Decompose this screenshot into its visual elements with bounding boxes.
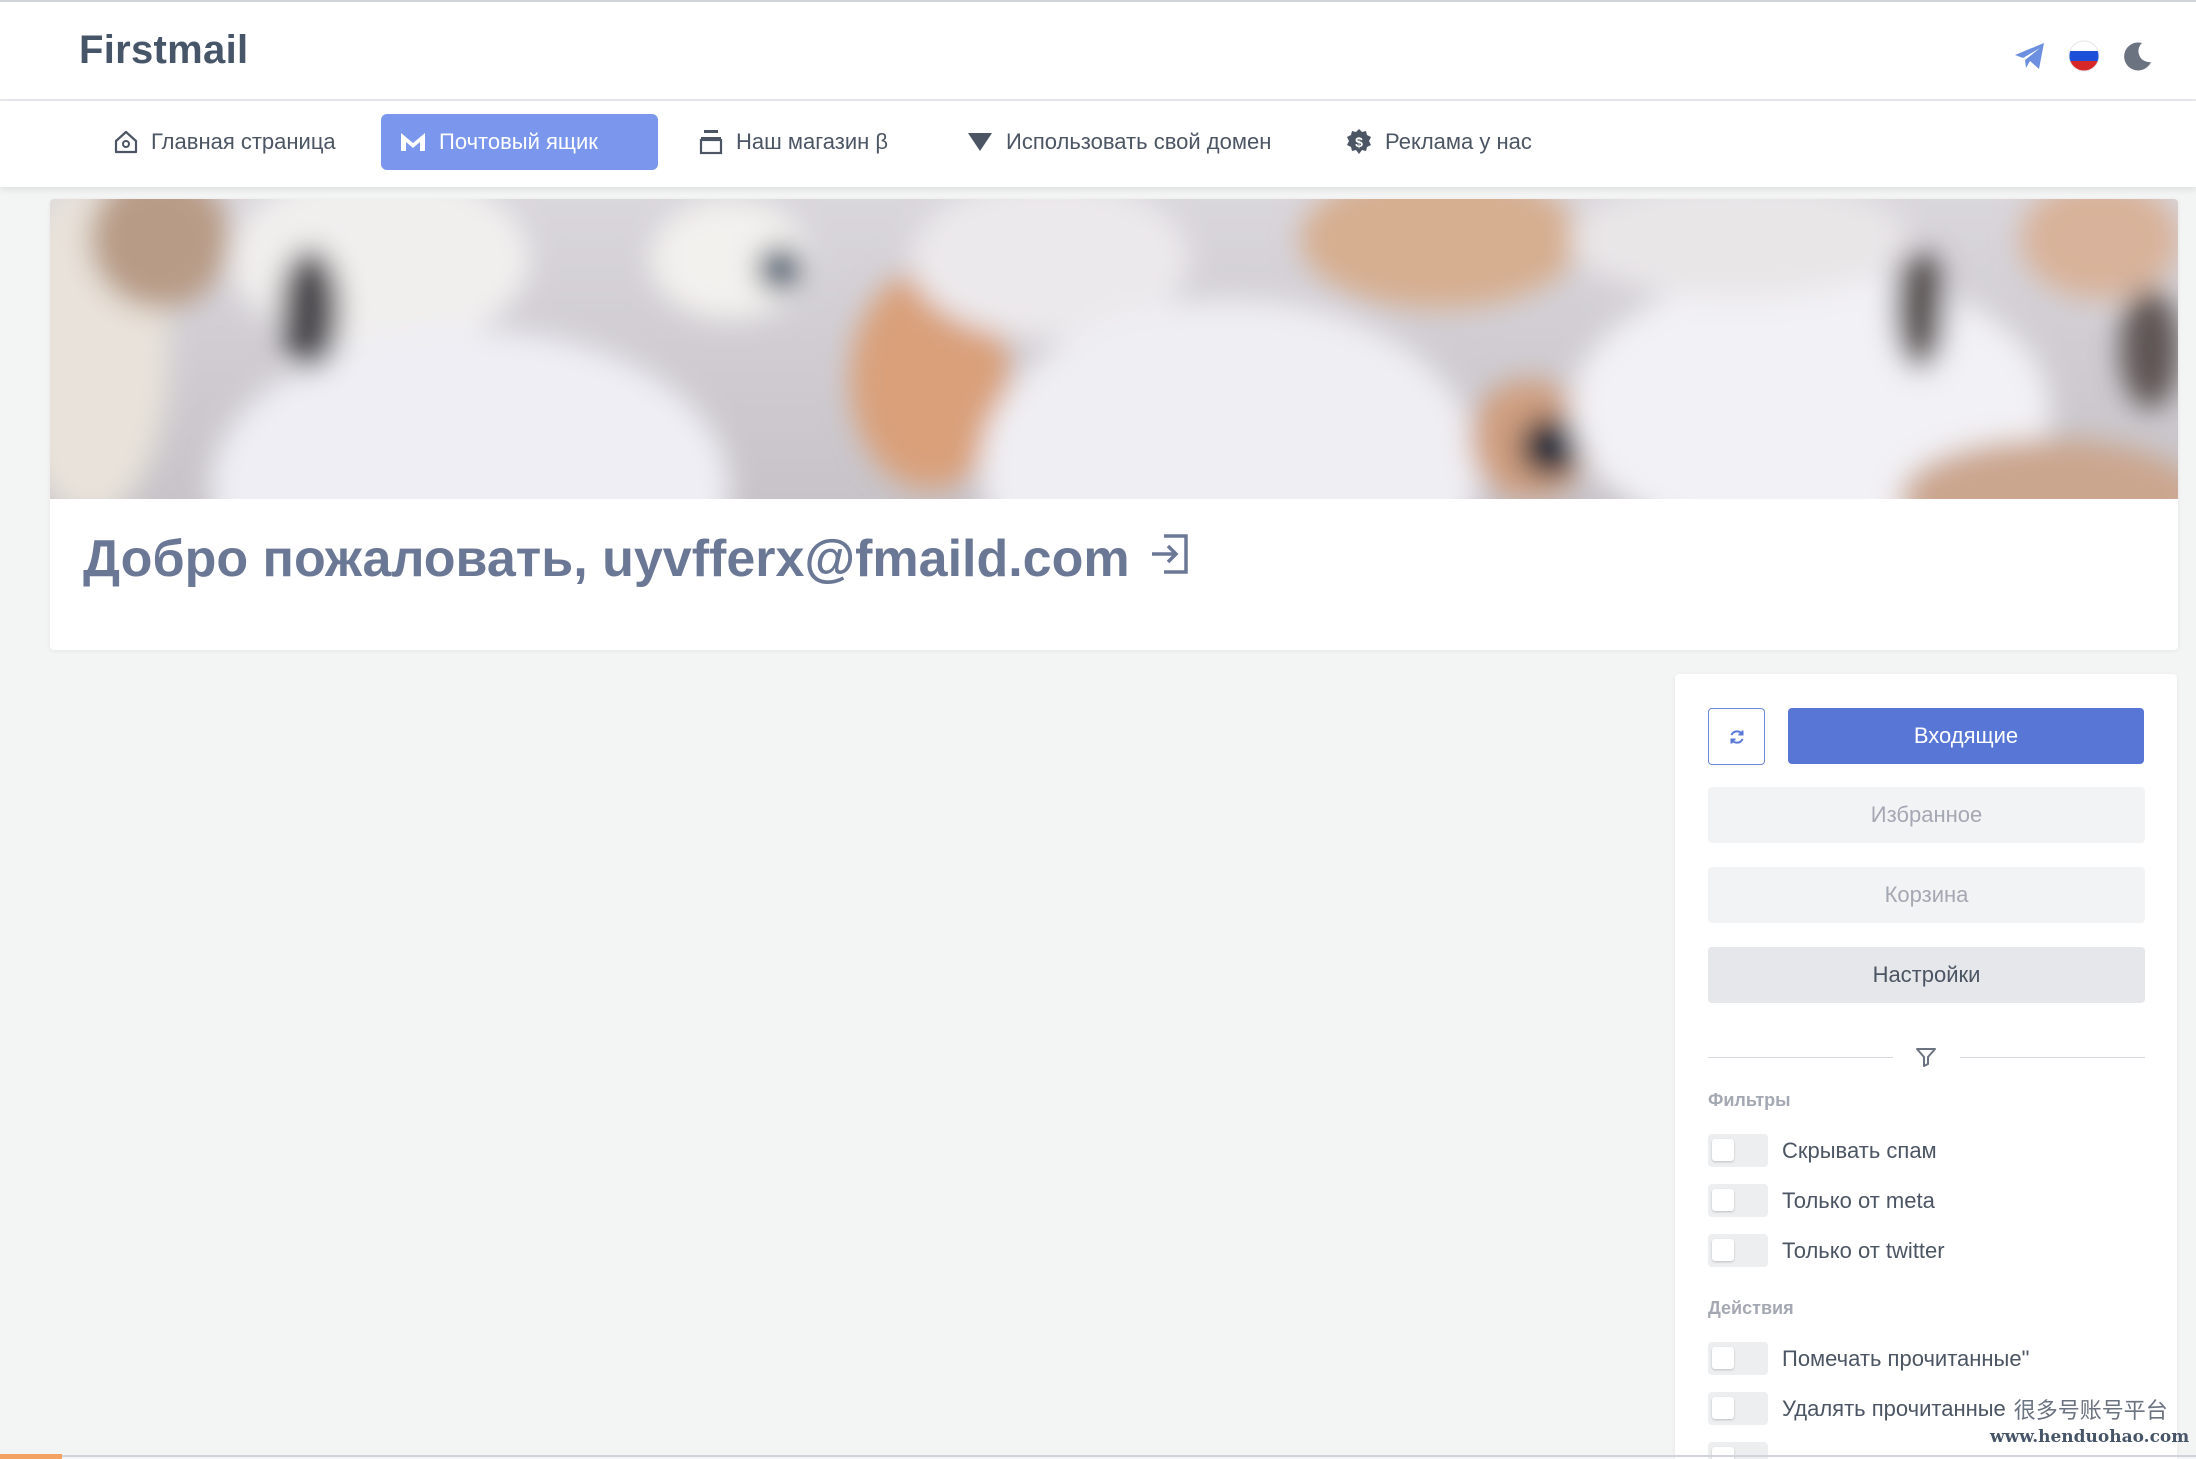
- settings-button[interactable]: Настройки: [1708, 947, 2145, 1003]
- top-header: Firstmail: [0, 0, 2196, 101]
- welcome-card: Добро пожаловать, uyvfferx@fmaild.com: [50, 199, 2178, 650]
- refresh-icon: [1730, 729, 1743, 744]
- toggle-switch[interactable]: [1708, 1134, 1768, 1167]
- nav-advertising-label: Реклама у нас: [1385, 129, 1532, 154]
- nav-home-label: Главная страница: [151, 129, 336, 154]
- dollar-badge-icon: $: [1347, 129, 1371, 154]
- mailbox-panel: Входящие Избранное Корзина Настройки Фил…: [1675, 674, 2177, 1459]
- moon-icon[interactable]: [2120, 38, 2156, 74]
- banner-image: [50, 199, 2178, 499]
- welcome-text: Добро пожаловать, uyvfferx@fmaild.com: [83, 530, 1130, 588]
- nav-custom-domain[interactable]: Использовать свой домен: [948, 114, 1289, 170]
- filter-only-twitter[interactable]: Только от twitter: [1708, 1234, 1945, 1267]
- watermark-url: www.henduohao.com: [1990, 1427, 2190, 1447]
- bottom-border: [0, 1455, 2196, 1457]
- action-delete-read[interactable]: Удалять прочитанные 很多号账号平台: [1708, 1392, 2168, 1425]
- logout-icon[interactable]: [1148, 532, 1192, 576]
- refresh-button[interactable]: [1708, 708, 1765, 765]
- nav-mailbox-label: Почтовый ящик: [439, 129, 598, 154]
- divider-line-left: [1708, 1057, 1893, 1058]
- page-load-progress: [0, 1454, 62, 1459]
- toggle-switch[interactable]: [1708, 1184, 1768, 1217]
- toggle-switch[interactable]: [1708, 1392, 1768, 1425]
- welcome-heading: Добро пожаловать, uyvfferx@fmaild.com: [83, 529, 1192, 589]
- nav-home[interactable]: Главная страница: [95, 114, 354, 170]
- svg-text:$: $: [1355, 134, 1363, 150]
- nav-mailbox[interactable]: Почтовый ящик: [381, 114, 658, 170]
- main-nav: Главная страница Почтовый ящик Наш магаз…: [0, 101, 2196, 187]
- toggle-label: Скрывать спам: [1782, 1137, 1937, 1163]
- toggle-label: Удалять прочитанные: [1782, 1395, 2006, 1421]
- action-mark-read[interactable]: Помечать прочитанные": [1708, 1342, 2029, 1375]
- triangle-down-icon: [968, 133, 992, 151]
- gmail-m-icon: [401, 133, 425, 151]
- favorites-button[interactable]: Избранное: [1708, 787, 2145, 843]
- filter-only-meta[interactable]: Только от meta: [1708, 1184, 1935, 1217]
- toggle-label: Помечать прочитанные": [1782, 1345, 2030, 1371]
- russia-flag-icon[interactable]: [2066, 38, 2102, 74]
- telegram-icon[interactable]: [2012, 38, 2048, 74]
- filter-icon[interactable]: [1914, 1045, 1938, 1069]
- filters-title: Фильтры: [1708, 1090, 1791, 1110]
- trash-button[interactable]: Корзина: [1708, 867, 2145, 923]
- nav-custom-domain-label: Использовать свой домен: [1006, 129, 1272, 154]
- filter-divider: [1708, 1043, 2145, 1073]
- divider-line-right: [1960, 1057, 2145, 1058]
- actions-title: Действия: [1708, 1298, 1794, 1318]
- nav-shop-label: Наш магазин β: [736, 129, 889, 154]
- filter-hide-spam[interactable]: Скрывать спам: [1708, 1134, 1937, 1167]
- nav-advertising[interactable]: $ Реклама у нас: [1327, 114, 1550, 170]
- shop-icon: [699, 130, 723, 155]
- brand-logo[interactable]: Firstmail: [79, 28, 248, 73]
- toggle-label: Только от twitter: [1782, 1237, 1945, 1263]
- toggle-label: Только от meta: [1782, 1187, 1935, 1213]
- header-icons: [2012, 38, 2156, 74]
- watermark-cn: 很多号账号平台: [2013, 1398, 2168, 1424]
- inbox-button[interactable]: Входящие: [1788, 708, 2144, 764]
- home-icon: [114, 130, 138, 154]
- nav-shop[interactable]: Наш магазин β: [680, 114, 906, 170]
- toggle-switch[interactable]: [1708, 1342, 1768, 1375]
- toggle-switch[interactable]: [1708, 1234, 1768, 1267]
